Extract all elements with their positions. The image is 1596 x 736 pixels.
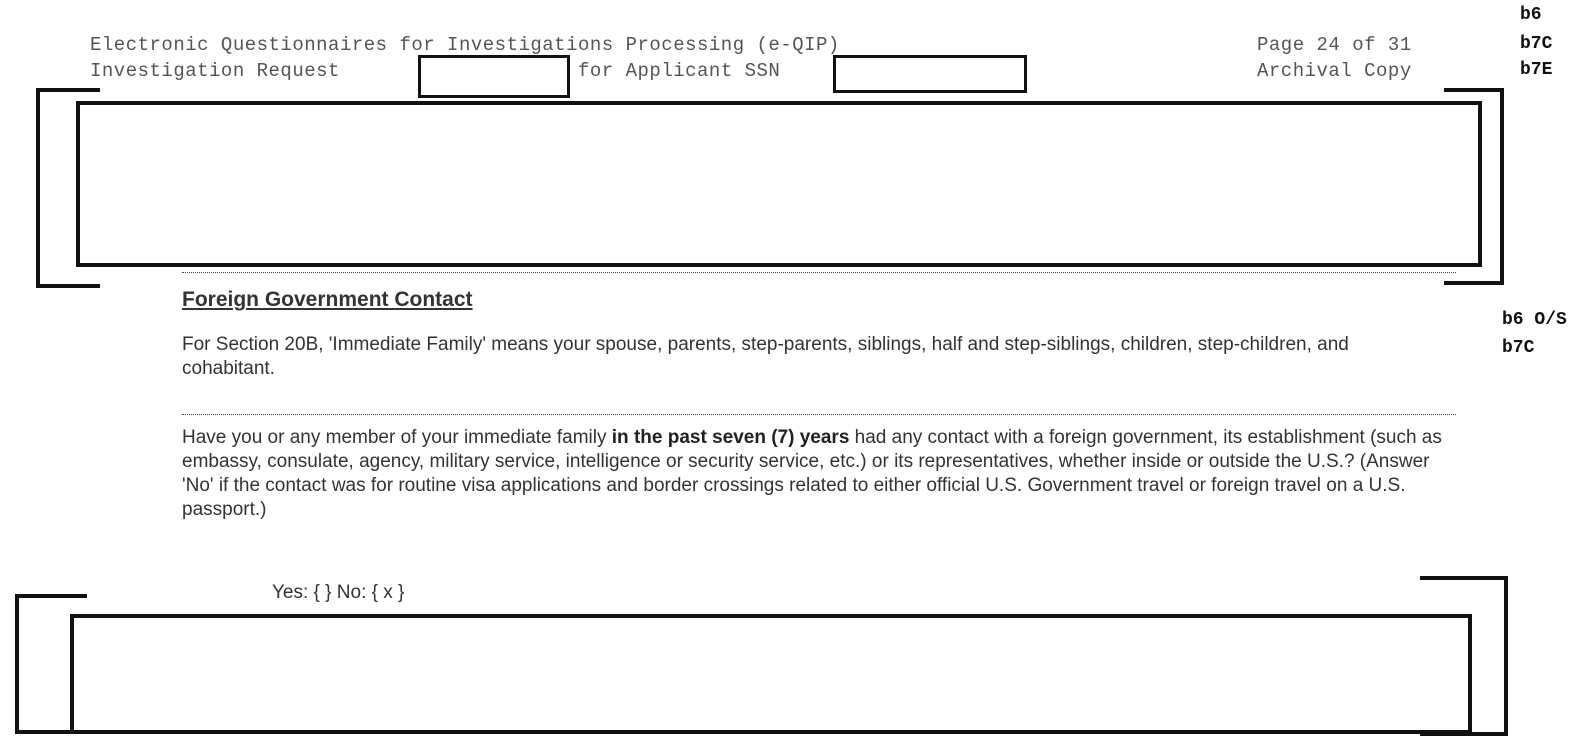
question-text: Have you or any member of your immediate… — [182, 427, 612, 448]
redacted-request-number — [418, 55, 570, 98]
section-title: Foreign Government Contact — [182, 288, 473, 311]
exemption-code: b6 O/S — [1502, 310, 1567, 330]
copy-type: Archival Copy — [1257, 60, 1412, 82]
applicant-ssn-label: for Applicant SSN — [578, 60, 781, 82]
divider — [182, 414, 1456, 415]
redacted-ssn — [833, 55, 1027, 93]
question-emphasis: in the past seven (7) years — [611, 427, 850, 448]
investigation-request-label: Investigation Request — [90, 60, 340, 82]
foreign-contact-question: Have you or any member of your immediate… — [182, 426, 1452, 522]
form-title: Electronic Questionnaires for Investigat… — [90, 34, 840, 56]
answer-yes-no: Yes: { } No: { x } — [272, 582, 405, 603]
exemption-code: b7C — [1520, 34, 1553, 54]
exemption-code: b7E — [1520, 60, 1553, 80]
exemption-code: b7C — [1502, 338, 1535, 358]
immediate-family-definition: For Section 20B, 'Immediate Family' mean… — [182, 334, 1349, 379]
page-number: Page 24 of 31 — [1257, 34, 1412, 56]
divider — [182, 272, 1456, 273]
exemption-code: b6 — [1520, 5, 1542, 25]
redacted-block — [76, 101, 1482, 267]
redacted-block — [70, 614, 1472, 734]
